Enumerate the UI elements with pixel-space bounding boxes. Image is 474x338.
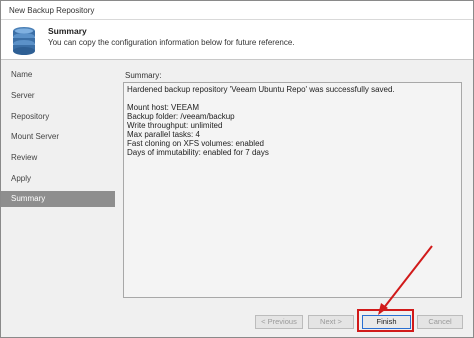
summary-blank-line: [127, 94, 458, 103]
summary-line: Days of immutability: enabled for 7 days: [127, 148, 269, 157]
nav-step-repository[interactable]: Repository: [1, 109, 115, 125]
summary-line: Hardened backup repository 'Veeam Ubuntu…: [127, 85, 395, 94]
nav-step-server[interactable]: Server: [1, 88, 115, 104]
title-bar: New Backup Repository: [1, 1, 473, 20]
summary-line: Backup folder: /veeam/backup: [127, 112, 235, 121]
new-backup-repository-window: New Backup Repository Summary You can co…: [0, 0, 474, 338]
page-title: Summary: [48, 26, 87, 36]
wizard-steps-nav: Name Server Repository Mount Server Revi…: [1, 61, 117, 313]
nav-step-apply[interactable]: Apply: [1, 171, 115, 187]
summary-line: Mount host: VEEAM: [127, 103, 200, 112]
summary-line: Max parallel tasks: 4: [127, 130, 200, 139]
summary-label: Summary:: [125, 71, 162, 80]
cancel-button[interactable]: Cancel: [417, 315, 463, 329]
summary-line: Write throughput: unlimited: [127, 121, 223, 130]
window-title: New Backup Repository: [9, 6, 95, 15]
summary-text-box[interactable]: Hardened backup repository 'Veeam Ubuntu…: [123, 82, 462, 298]
page-subtitle: You can copy the configuration informati…: [48, 38, 295, 47]
finish-highlight-box: [357, 309, 414, 332]
database-icon: [13, 27, 35, 55]
nav-step-review[interactable]: Review: [1, 150, 115, 166]
nav-step-summary[interactable]: Summary: [1, 191, 115, 207]
wizard-header: Summary You can copy the configuration i…: [1, 20, 473, 60]
next-button[interactable]: Next >: [308, 315, 354, 329]
nav-step-name[interactable]: Name: [1, 67, 115, 83]
nav-step-mount-server[interactable]: Mount Server: [1, 129, 115, 145]
summary-panel: Summary: Hardened backup repository 'Vee…: [119, 61, 473, 313]
summary-line: Fast cloning on XFS volumes: enabled: [127, 139, 264, 148]
previous-button[interactable]: < Previous: [255, 315, 303, 329]
